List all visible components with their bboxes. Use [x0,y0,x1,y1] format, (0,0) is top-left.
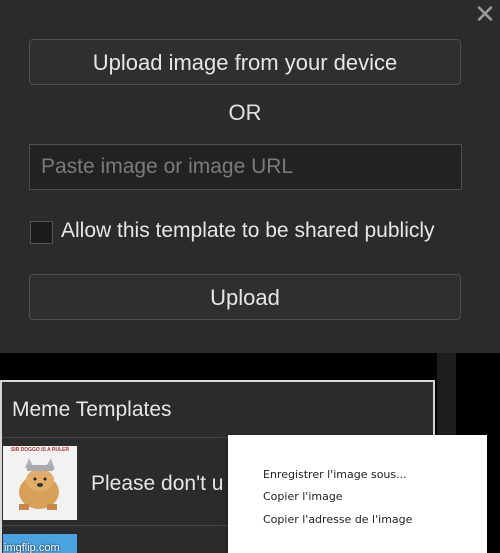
menu-item-copy-image-address[interactable]: Copier l'adresse de l'image [263,513,412,526]
imgflip-watermark: imgflip.com [4,542,60,553]
menu-item-save-image-as[interactable]: Enregistrer l'image sous... [263,468,407,481]
panel-title: Meme Templates [12,398,172,421]
template-thumbnail[interactable]: SIR DOGGO IS A RULER [3,446,77,520]
upload-button[interactable]: Upload [29,274,461,320]
context-menu: Enregistrer l'image sous... Copier l'ima… [228,435,487,553]
thumbnail-caption: SIR DOGGO IS A RULER [10,447,70,453]
doge-image [19,458,59,510]
close-icon[interactable]: ✕ [474,2,496,28]
share-publicly-checkbox[interactable] [30,221,53,244]
menu-item-copy-image[interactable]: Copier l'image [263,490,343,503]
share-publicly-label[interactable]: Allow this template to be shared publicl… [61,219,435,243]
template-title[interactable]: Please don't u [91,472,223,496]
or-separator: OR [228,100,262,125]
upload-from-device-button[interactable]: Upload image from your device [29,39,461,85]
image-url-input[interactable] [29,144,462,190]
upload-template-modal: ✕ Upload image from your device OR Allow… [0,0,500,353]
